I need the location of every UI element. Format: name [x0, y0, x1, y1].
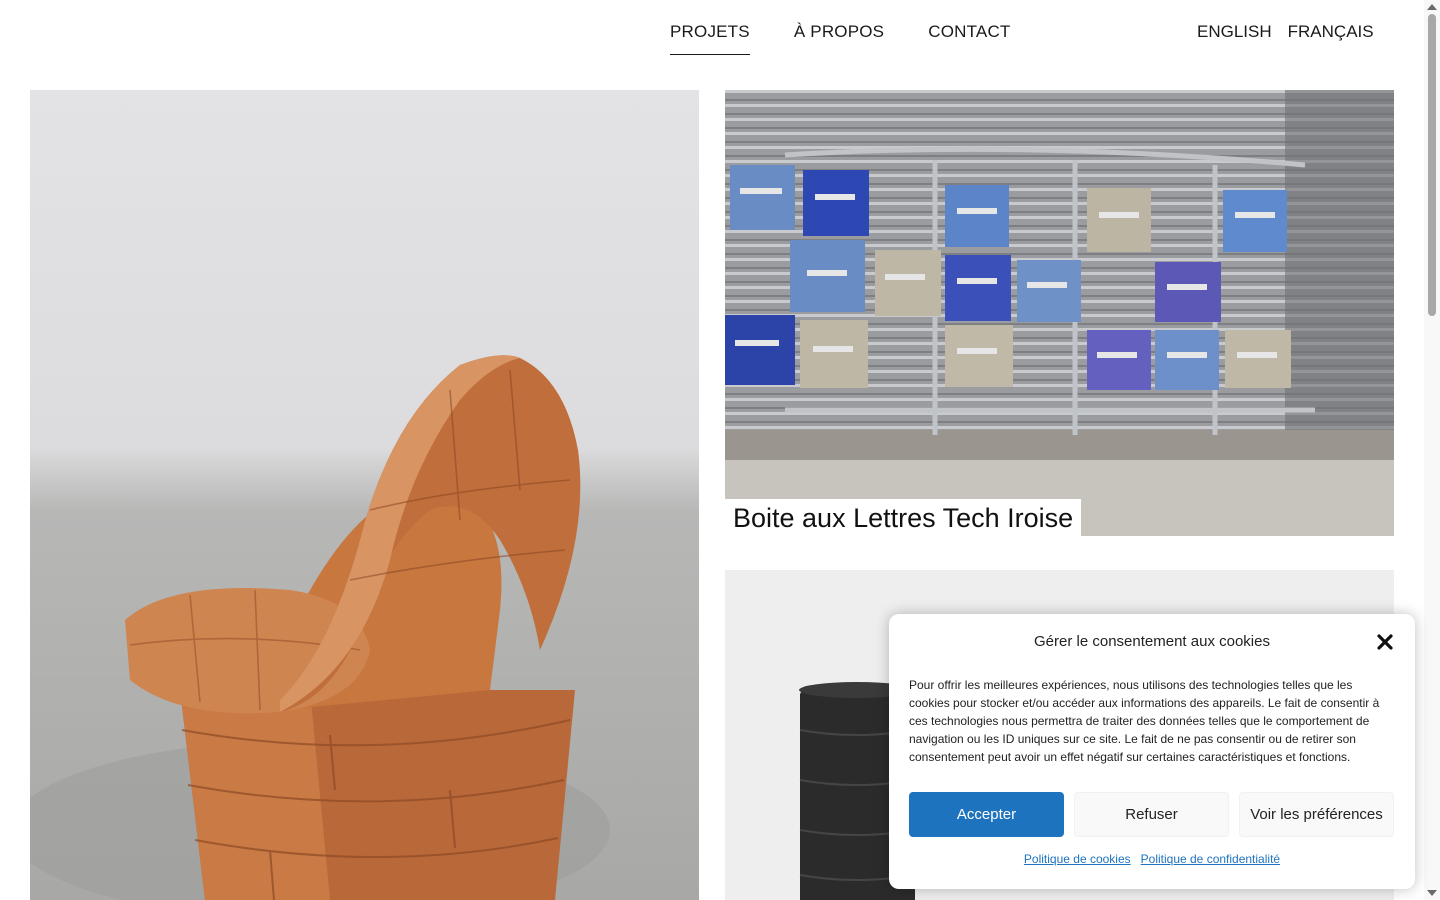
view-preferences-button[interactable]: Voir les préférences — [1239, 792, 1394, 837]
accept-button[interactable]: Accepter — [909, 792, 1064, 837]
scroll-down-arrow-icon[interactable] — [1427, 890, 1437, 896]
project-tile-wooden-chair[interactable] — [30, 90, 699, 900]
cookie-button-row: Accepter Refuser Voir les préférences — [909, 792, 1394, 837]
cookie-description: Pour offrir les meilleures expériences, … — [909, 678, 1380, 764]
nav-contact[interactable]: CONTACT — [928, 22, 1010, 55]
cookie-policy-link[interactable]: Politique de cookies — [1024, 852, 1131, 866]
lang-english[interactable]: ENGLISH — [1197, 22, 1272, 42]
privacy-policy-link[interactable]: Politique de confidentialité — [1141, 852, 1280, 866]
refuse-button[interactable]: Refuser — [1074, 792, 1229, 837]
project-caption[interactable]: Boite aux Lettres Tech Iroise — [725, 499, 1082, 536]
page-scrollbar[interactable] — [1424, 0, 1440, 900]
wooden-chair-image — [30, 355, 610, 900]
language-switcher: ENGLISH FRANÇAIS — [1197, 22, 1374, 42]
site-header: PROJETS À PROPOS CONTACT ENGLISH FRANÇAI… — [0, 0, 1424, 64]
cookie-dialog-title: Gérer le consentement aux cookies — [1034, 633, 1270, 650]
cookie-policy-links: Politique de cookies Politique de confid… — [889, 852, 1415, 866]
main-nav: PROJETS À PROPOS CONTACT — [670, 22, 1011, 55]
scroll-thumb[interactable] — [1428, 14, 1436, 316]
close-icon[interactable] — [1375, 632, 1395, 652]
nav-a-propos[interactable]: À PROPOS — [794, 22, 884, 55]
lang-francais[interactable]: FRANÇAIS — [1288, 22, 1374, 42]
mailboxes-image — [725, 90, 1394, 536]
scroll-up-arrow-icon[interactable] — [1427, 4, 1437, 10]
cookie-consent-dialog: Gérer le consentement aux cookies Pour o… — [889, 614, 1415, 889]
nav-projets[interactable]: PROJETS — [670, 22, 750, 55]
project-tile-mailboxes[interactable]: Boite aux Lettres Tech Iroise — [725, 90, 1394, 536]
